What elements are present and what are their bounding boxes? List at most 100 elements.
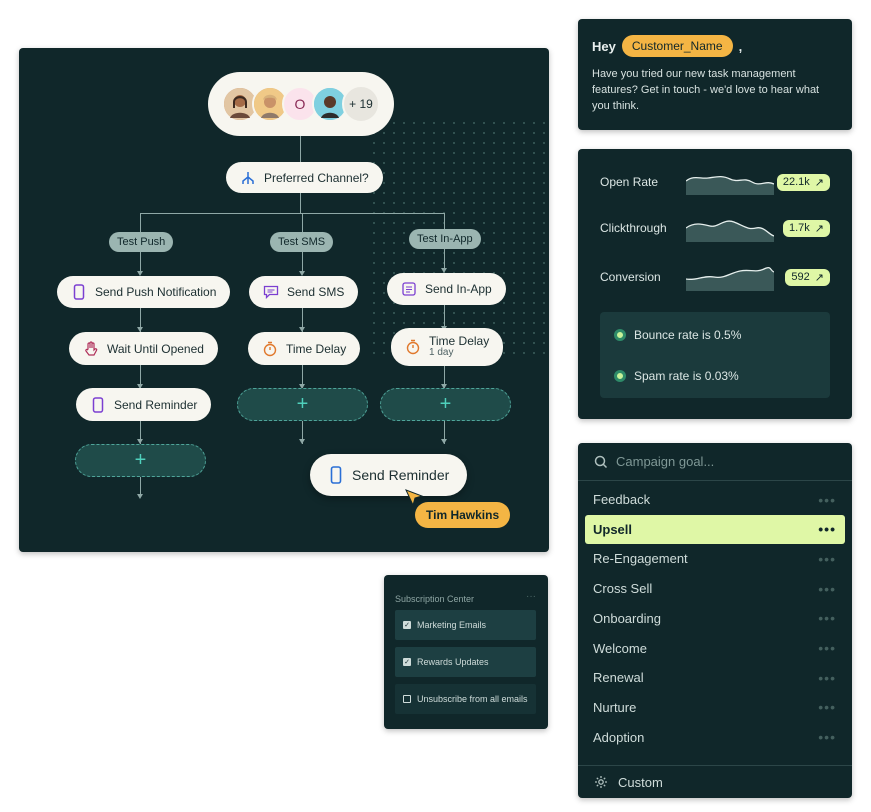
- stat-value-badge: 22.1k ↗: [776, 173, 830, 191]
- connector-line: [140, 213, 445, 214]
- add-step-button[interactable]: +: [380, 388, 511, 421]
- sparkline: [686, 266, 774, 291]
- collaborator-cursor-tag: Tim Hawkins: [415, 502, 511, 528]
- checkbox-checked-icon[interactable]: ✓: [403, 658, 411, 666]
- goal-option[interactable]: Renewal •••: [585, 663, 845, 692]
- inapp-message-icon: [401, 281, 417, 297]
- goal-option[interactable]: Onboarding •••: [585, 604, 845, 633]
- more-options-icon[interactable]: •••: [818, 699, 836, 715]
- subscription-option[interactable]: Unsubscribe from all emails: [395, 684, 536, 714]
- trend-up-icon: ↗: [814, 271, 824, 284]
- greeting-text: Hey: [592, 38, 616, 54]
- phone-icon: [90, 396, 106, 413]
- goal-option-label: Adoption: [593, 729, 645, 745]
- checkbox-unchecked-icon[interactable]: [403, 695, 411, 703]
- goal-option-label: Renewal: [593, 670, 644, 686]
- stat-label: Conversion: [600, 270, 661, 284]
- branch-tag-inapp[interactable]: Test In-App: [409, 229, 481, 249]
- branch-tag-sms[interactable]: Test SMS: [270, 232, 334, 252]
- hand-icon: [83, 340, 99, 357]
- stat-value: 592: [791, 271, 810, 283]
- add-step-button[interactable]: +: [75, 444, 206, 477]
- campaign-stats-panel: Open Rate 22.1k ↗ Clickthrough 1.7k ↗ Conv…: [578, 149, 852, 419]
- phone-icon: [71, 284, 87, 300]
- goal-option[interactable]: Cross Sell •••: [585, 574, 845, 603]
- avatar-more-count: + 19: [342, 85, 380, 123]
- node-label: Send Reminder: [114, 397, 198, 412]
- preferred-channel-label: Preferred Channel?: [264, 170, 369, 185]
- checkbox-checked-icon[interactable]: ✓: [403, 621, 411, 629]
- status-ok-icon: [614, 329, 626, 341]
- status-ok-icon: [614, 370, 626, 382]
- subscription-option[interactable]: ✓ Marketing Emails: [395, 610, 536, 640]
- wait-until-opened-node[interactable]: Wait Until Opened: [69, 332, 218, 365]
- arrow-head: [137, 494, 143, 499]
- goal-option-label: Feedback: [593, 492, 651, 507]
- more-options-icon[interactable]: ···: [526, 591, 536, 602]
- audience-avatars[interactable]: O + 19: [208, 72, 394, 136]
- sparkline: [686, 220, 774, 242]
- plus-icon: +: [134, 449, 147, 471]
- arrow-head: [441, 439, 447, 444]
- chat-icon: [263, 284, 279, 300]
- timer-icon: [405, 339, 421, 355]
- goal-option[interactable]: Adoption •••: [585, 723, 845, 752]
- goal-option[interactable]: Nurture •••: [585, 693, 845, 722]
- more-options-icon[interactable]: •••: [818, 610, 836, 626]
- branch-tag-push[interactable]: Test Push: [109, 232, 174, 252]
- branch-tag-label: Test Push: [117, 236, 166, 248]
- timer-icon: [262, 341, 278, 357]
- goal-option[interactable]: Re-Engagement •••: [585, 544, 845, 573]
- subscription-center-panel: Subscription Center ··· ✓ Marketing Email…: [384, 575, 548, 729]
- stat-value-badge: 1.7k ↗: [782, 219, 830, 237]
- goal-option-label: Nurture: [593, 699, 637, 715]
- journey-flow-panel: O + 19 Preferred Channel? Test Push Test…: [19, 48, 549, 552]
- node-label: Send Reminder: [352, 467, 450, 483]
- search-placeholder: Campaign goal...: [616, 454, 715, 469]
- arrow-head: [299, 439, 305, 444]
- subscription-option[interactable]: ✓ Rewards Updates: [395, 647, 536, 677]
- stat-row-open-rate: Open Rate 22.1k ↗: [600, 170, 830, 195]
- avatar-initial: O: [294, 96, 306, 112]
- goal-option-label: Welcome: [593, 640, 647, 656]
- connector-line: [140, 213, 141, 233]
- more-options-icon[interactable]: •••: [818, 640, 836, 656]
- custom-goal-option[interactable]: Custom: [578, 765, 852, 798]
- send-push-node[interactable]: Send Push Notification: [57, 276, 231, 308]
- trend-up-icon: ↗: [814, 222, 824, 235]
- more-options-icon[interactable]: •••: [818, 551, 836, 567]
- time-delay-1day-node[interactable]: Time Delay 1 day: [391, 328, 504, 366]
- goal-option[interactable]: Upsell •••: [585, 514, 845, 544]
- branch-tag-label: Test SMS: [278, 236, 326, 248]
- spam-rate-text: Spam rate is 0.03%: [634, 369, 739, 383]
- goal-option-label: Cross Sell: [593, 581, 653, 597]
- stat-value-badge: 592 ↗: [785, 268, 830, 286]
- subscription-option-label: Unsubscribe from all emails: [417, 694, 528, 704]
- send-reminder-dragging-node[interactable]: Send Reminder: [310, 454, 468, 496]
- time-delay-node[interactable]: Time Delay: [248, 332, 361, 365]
- node-label-group: Time Delay 1 day: [429, 335, 489, 359]
- collaborator-name: Tim Hawkins: [426, 508, 500, 522]
- node-label: Send Push Notification: [95, 285, 217, 299]
- more-options-icon[interactable]: •••: [818, 492, 836, 508]
- personalization-variable[interactable]: Customer_Name: [621, 35, 733, 57]
- branch-tag-label: Test In-App: [417, 233, 473, 245]
- connector-line: [444, 213, 445, 230]
- goal-option-label: Onboarding: [593, 610, 661, 626]
- deliverability-box: Bounce rate is 0.5% Spam rate is 0.03%: [600, 312, 830, 398]
- campaign-goal-dropdown: Campaign goal... Feedback ••• Upsell ••• Re-…: [578, 443, 852, 798]
- more-options-icon[interactable]: •••: [818, 729, 836, 745]
- more-options-icon[interactable]: •••: [818, 581, 836, 597]
- more-options-icon[interactable]: •••: [818, 521, 836, 537]
- more-options-icon[interactable]: •••: [818, 670, 836, 686]
- campaign-goal-search[interactable]: Campaign goal...: [578, 443, 852, 481]
- preferred-channel-node[interactable]: Preferred Channel?: [226, 162, 383, 193]
- send-inapp-node[interactable]: Send In-App: [387, 273, 506, 305]
- send-sms-node[interactable]: Send SMS: [249, 276, 359, 308]
- send-reminder-node[interactable]: Send Reminder: [76, 388, 212, 421]
- add-step-button[interactable]: +: [237, 388, 368, 421]
- message-preview-panel: Hey Customer_Name , Have you tried our n…: [578, 19, 852, 130]
- goal-option[interactable]: Welcome •••: [585, 634, 845, 663]
- plus-icon: +: [296, 393, 309, 415]
- goal-option[interactable]: Feedback •••: [585, 485, 845, 514]
